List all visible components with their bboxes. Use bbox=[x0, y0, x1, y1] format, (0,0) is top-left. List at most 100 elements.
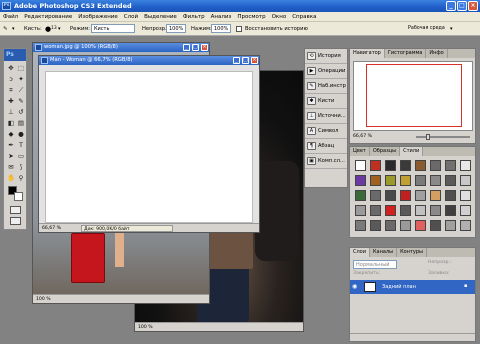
tab-navigator[interactable]: Навигатор bbox=[350, 49, 385, 58]
menu-edit[interactable]: Редактирование bbox=[21, 12, 75, 22]
style-swatch[interactable] bbox=[430, 160, 441, 171]
style-swatch[interactable] bbox=[385, 190, 396, 201]
menu-select[interactable]: Выделение bbox=[141, 12, 180, 22]
style-swatch[interactable] bbox=[460, 190, 471, 201]
style-swatch[interactable] bbox=[370, 190, 381, 201]
style-swatch[interactable] bbox=[370, 205, 381, 216]
type-tool-icon[interactable]: T bbox=[17, 141, 25, 149]
navigator-preview[interactable] bbox=[353, 61, 473, 131]
style-swatch[interactable] bbox=[445, 190, 456, 201]
quick-mask-icon[interactable] bbox=[10, 206, 21, 214]
man-minimize-button[interactable]: _ bbox=[233, 57, 240, 64]
style-swatch[interactable] bbox=[385, 175, 396, 186]
dock-brushes[interactable]: ✱ Кисти bbox=[305, 94, 347, 109]
clone-stamp-tool-icon[interactable]: ⊥ bbox=[7, 108, 15, 116]
menu-analysis[interactable]: Анализ bbox=[208, 12, 235, 22]
tab-color[interactable]: Цвет bbox=[350, 147, 370, 156]
tool-preset-dropdown-icon[interactable]: ▾ bbox=[12, 22, 15, 36]
shape-tool-icon[interactable]: ▭ bbox=[17, 152, 25, 160]
eyedropper-tool-icon[interactable]: ⟆ bbox=[17, 163, 25, 171]
menu-view[interactable]: Просмотр bbox=[234, 12, 268, 22]
lasso-tool-icon[interactable]: ↄ bbox=[7, 75, 15, 83]
style-swatch[interactable] bbox=[400, 175, 411, 186]
dodge-tool-icon[interactable]: ● bbox=[17, 130, 25, 138]
dock-history[interactable]: ⟲ История bbox=[305, 49, 347, 64]
menu-filter[interactable]: Фильтр bbox=[180, 12, 208, 22]
tab-layers[interactable]: Слои bbox=[350, 248, 370, 257]
style-swatch[interactable] bbox=[400, 160, 411, 171]
hand-tool-icon[interactable]: ✋ bbox=[7, 174, 15, 182]
style-swatch[interactable] bbox=[430, 220, 441, 231]
notes-tool-icon[interactable]: ✉ bbox=[7, 163, 15, 171]
style-swatch[interactable] bbox=[460, 175, 471, 186]
close-button[interactable]: × bbox=[468, 1, 478, 11]
style-swatch[interactable] bbox=[355, 190, 366, 201]
style-swatch[interactable] bbox=[415, 220, 426, 231]
dock-tool-presets[interactable]: ✎ Наб.инстр bbox=[305, 79, 347, 94]
menu-help[interactable]: Справка bbox=[289, 12, 319, 22]
style-swatch[interactable] bbox=[460, 220, 471, 231]
style-swatch[interactable] bbox=[355, 160, 366, 171]
gradient-tool-icon[interactable]: ▤ bbox=[17, 119, 25, 127]
dock-layer-comps[interactable]: ▣ Комп.сл... bbox=[305, 154, 347, 169]
style-swatch[interactable] bbox=[385, 205, 396, 216]
document-window-man[interactable]: Man - Woman @ 66,7% (RGB/8) _ □ × 66,67 … bbox=[38, 55, 260, 233]
tab-styles[interactable]: Стили bbox=[400, 147, 424, 156]
move-tool-icon[interactable]: ✥ bbox=[7, 64, 15, 72]
tab-swatches[interactable]: Образцы bbox=[370, 147, 401, 156]
marquee-tool-icon[interactable]: ⬚ bbox=[17, 64, 25, 72]
history-brush-tool-icon[interactable]: ✎ bbox=[3, 22, 7, 36]
navigator-zoom-slider[interactable] bbox=[416, 136, 470, 138]
magic-wand-tool-icon[interactable]: ✦ bbox=[17, 75, 25, 83]
screen-mode-icon[interactable] bbox=[10, 217, 21, 225]
woman-minimize-button[interactable]: _ bbox=[183, 44, 190, 51]
blur-tool-icon[interactable]: ◆ bbox=[7, 130, 15, 138]
navigator-view-box[interactable] bbox=[366, 64, 462, 127]
style-swatch[interactable] bbox=[355, 175, 366, 186]
menu-layer[interactable]: Слой bbox=[121, 12, 141, 22]
style-swatch[interactable] bbox=[445, 205, 456, 216]
menu-image[interactable]: Изображение bbox=[75, 12, 121, 22]
brush-dropdown-icon[interactable]: ▾ bbox=[58, 22, 61, 36]
style-swatch[interactable] bbox=[400, 205, 411, 216]
background-color-swatch[interactable] bbox=[14, 192, 23, 201]
brush-tool-icon[interactable]: ✎ bbox=[17, 97, 25, 105]
style-swatch[interactable] bbox=[445, 220, 456, 231]
man-maximize-button[interactable]: □ bbox=[242, 57, 249, 64]
pen-tool-icon[interactable]: ✒ bbox=[7, 141, 15, 149]
eraser-tool-icon[interactable]: ◧ bbox=[7, 119, 15, 127]
minimize-button[interactable]: _ bbox=[446, 1, 456, 11]
style-swatch[interactable] bbox=[415, 205, 426, 216]
style-swatch[interactable] bbox=[355, 220, 366, 231]
style-swatch[interactable] bbox=[385, 220, 396, 231]
menu-file[interactable]: Файл bbox=[0, 12, 21, 22]
slice-tool-icon[interactable]: ⟋ bbox=[17, 86, 25, 94]
zoom-tool-icon[interactable]: ⚲ bbox=[17, 174, 25, 182]
style-swatch[interactable] bbox=[415, 190, 426, 201]
style-swatch[interactable] bbox=[460, 160, 471, 171]
woman-close-button[interactable]: × bbox=[201, 44, 208, 51]
restore-history-checkbox[interactable] bbox=[236, 26, 242, 32]
style-swatch[interactable] bbox=[460, 205, 471, 216]
navigator-zoom-thumb[interactable] bbox=[426, 134, 430, 140]
tab-paths[interactable]: Контуры bbox=[397, 248, 427, 257]
man-canvas[interactable] bbox=[45, 71, 253, 223]
blend-mode-select[interactable]: Нормальный bbox=[353, 260, 397, 269]
style-swatch[interactable] bbox=[370, 160, 381, 171]
style-swatch[interactable] bbox=[415, 175, 426, 186]
dock-actions[interactable]: ▶ Операции bbox=[305, 64, 347, 79]
maximize-button[interactable]: □ bbox=[457, 1, 467, 11]
crop-tool-icon[interactable]: ⌗ bbox=[7, 86, 15, 94]
style-swatch[interactable] bbox=[370, 175, 381, 186]
style-swatch[interactable] bbox=[400, 190, 411, 201]
dock-clone-source[interactable]: ⊥ Источни... bbox=[305, 109, 347, 124]
pressure-input[interactable]: 100% bbox=[211, 24, 231, 33]
woman-maximize-button[interactable]: □ bbox=[192, 44, 199, 51]
style-swatch[interactable] bbox=[355, 205, 366, 216]
workspace-label[interactable]: Рабочая среда bbox=[408, 22, 445, 36]
path-selection-tool-icon[interactable]: ➤ bbox=[7, 152, 15, 160]
style-swatch[interactable] bbox=[400, 220, 411, 231]
style-swatch[interactable] bbox=[370, 220, 381, 231]
layer-row-background[interactable]: ◉ Задний план ▪ bbox=[350, 280, 475, 294]
tab-info[interactable]: Инфо bbox=[426, 49, 448, 58]
